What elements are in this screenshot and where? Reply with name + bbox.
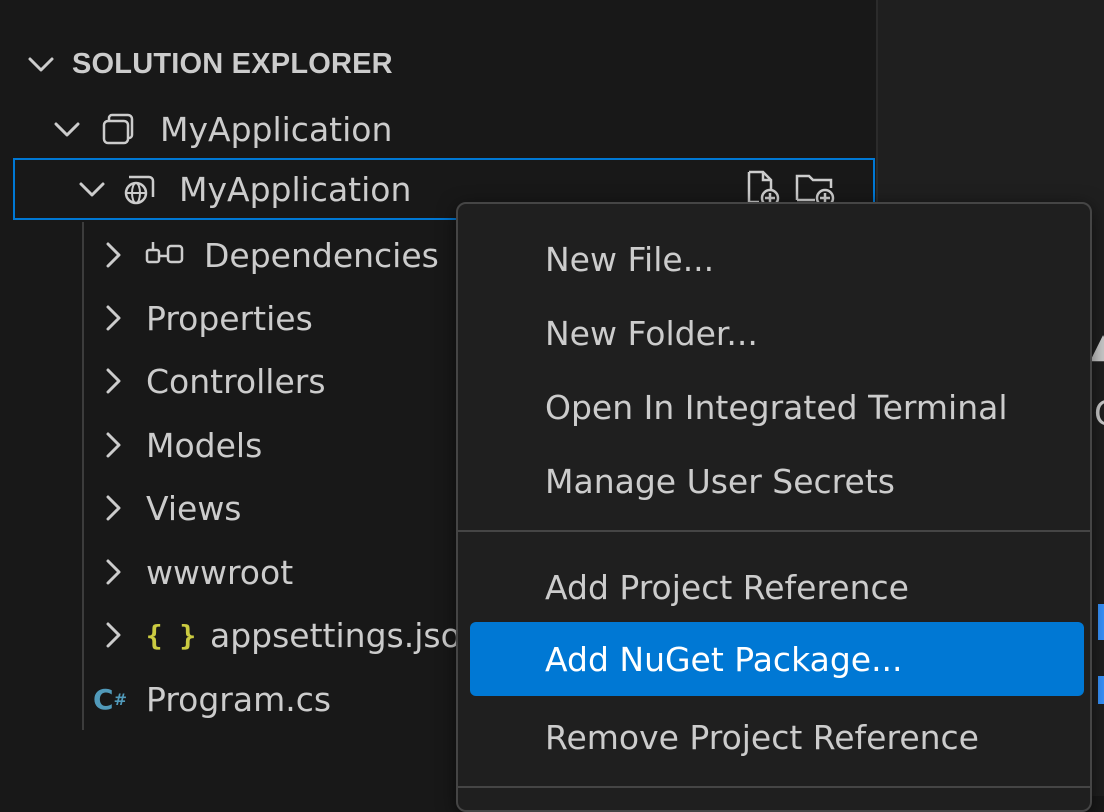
editor-text-fragment: ▲ [1090,326,1104,366]
chevron-right-icon [96,491,130,525]
tree-item-label: Properties [146,298,313,338]
csharp-file-icon: C # [93,682,127,716]
tree-item-solution[interactable]: MyApplication [0,98,860,160]
web-project-icon [119,169,159,209]
menu-separator [458,786,1090,788]
dependencies-icon [144,238,186,272]
tree-item-label: appsettings.json [210,615,482,655]
tree-item-label: Views [146,488,242,528]
tree-item-label: MyApplication [160,109,393,149]
editor-accent [1098,604,1104,640]
section-title: SOLUTION EXPLORER [72,47,393,80]
chevron-down-icon [24,47,58,81]
json-braces-icon: { } [145,618,197,652]
tree-item-label: Dependencies [204,235,439,275]
tree-item-label: Program.cs [146,679,332,719]
chevron-right-icon [96,238,130,272]
chevron-right-icon [96,428,130,462]
menu-item-add-nuget-package[interactable]: Add NuGet Package... [470,622,1084,696]
chevron-down-icon [50,112,84,146]
solution-icon [100,111,136,147]
chevron-right-icon [96,618,130,652]
chevron-right-icon [96,301,130,335]
menu-item-manage-user-secrets[interactable]: Manage User Secrets [470,444,1084,518]
editor-text-fragment: C [1094,394,1104,434]
tree-item-label: wwwroot [146,552,294,592]
tree-item-label: Controllers [146,361,326,401]
chevron-down-icon [75,172,109,206]
menu-separator [458,530,1090,532]
chevron-right-icon [96,364,130,398]
chevron-right-icon [96,555,130,589]
menu-item-open-in-integrated-terminal[interactable]: Open In Integrated Terminal [470,370,1084,444]
menu-item-remove-project-reference[interactable]: Remove Project Reference [470,700,1084,774]
tree-item-label: Models [146,425,263,465]
solution-explorer-header[interactable]: SOLUTION EXPLORER [24,38,393,90]
menu-item-add-project-reference[interactable]: Add Project Reference [470,550,1084,624]
context-menu: New File... New Folder... Open In Integr… [456,202,1092,812]
editor-accent [1098,676,1104,704]
menu-item-new-file[interactable]: New File... [470,222,1084,296]
menu-item-new-folder[interactable]: New Folder... [470,296,1084,370]
tree-item-label: MyApplication [179,169,412,209]
